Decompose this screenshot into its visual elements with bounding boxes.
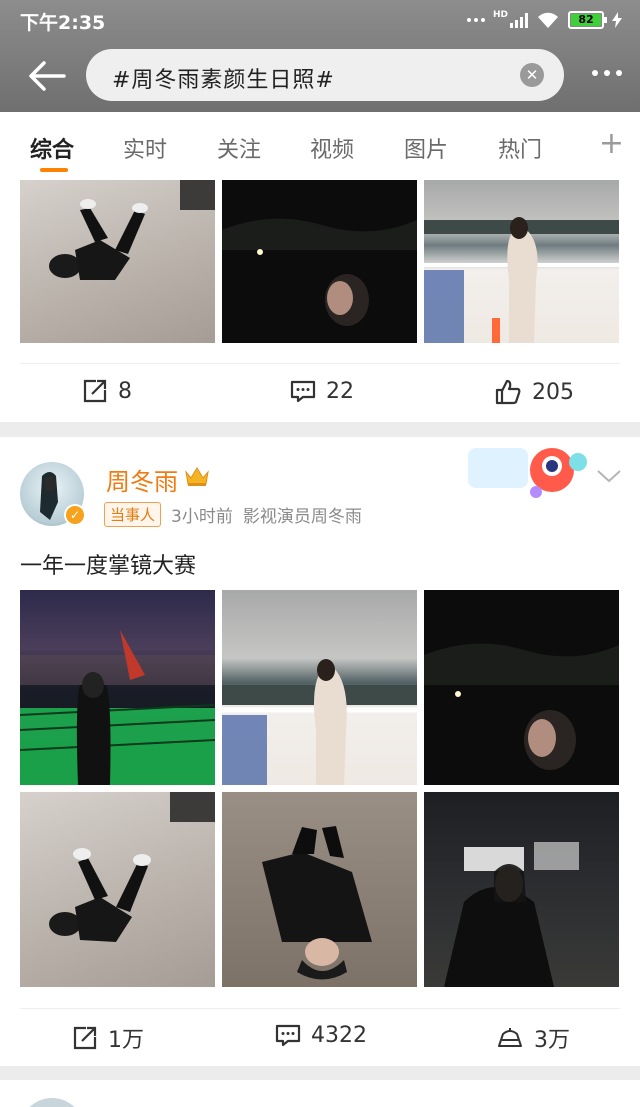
notification-dots-icon (466, 18, 485, 22)
tab-images[interactable]: 图片 (404, 132, 448, 164)
tab-comprehensive[interactable]: 综合 (30, 132, 74, 164)
repost-icon (83, 379, 107, 403)
post-actions: 1万 4322 3万 (0, 1010, 640, 1066)
post-source: 影视演员周冬雨 (242, 507, 362, 527)
battery-icon: 82 (568, 11, 607, 29)
post-text: 一年一度掌镜大赛 (20, 554, 197, 579)
charging-bolt-icon (612, 12, 622, 28)
role-tag: 当事人 (104, 502, 162, 527)
like-button[interactable]: 3万 (496, 1022, 570, 1054)
next-post-card (0, 1080, 640, 1107)
chevron-down-icon[interactable] (596, 468, 622, 484)
photo-night-portrait-icon (222, 218, 417, 326)
photo-person-lying-icon (262, 826, 372, 980)
photo-riverside-icon (424, 217, 619, 343)
like-count: 205 (532, 379, 574, 405)
status-time: 下午2:35 (20, 12, 106, 34)
comment-button[interactable]: 4322 (275, 1022, 367, 1048)
like-button[interactable]: 205 (494, 378, 574, 406)
avatar[interactable] (20, 1098, 84, 1107)
comment-button[interactable]: 22 (290, 378, 354, 404)
cake-like-icon (498, 1028, 522, 1047)
post-image[interactable] (424, 180, 619, 343)
signal-icon (510, 12, 528, 28)
post-image[interactable] (424, 590, 619, 785)
repost-button[interactable]: 8 (82, 378, 132, 404)
photo-sitting-portrait-icon (444, 842, 579, 987)
photo-person-lying-icon (49, 792, 215, 942)
post-image[interactable] (222, 590, 417, 785)
tab-bar: 综合 实时 关注 视频 图片 热门 + (0, 112, 640, 180)
hd-indicator: HD (492, 10, 508, 20)
photo-night-portrait-icon (424, 643, 619, 770)
action-divider (20, 1008, 620, 1009)
post-image[interactable] (20, 590, 215, 785)
photo-riverside-icon (222, 659, 417, 785)
photo-person-lying-icon (49, 180, 215, 280)
tab-hot[interactable]: 热门 (498, 132, 542, 164)
tab-realtime[interactable]: 实时 (123, 132, 167, 164)
status-icons: HD 82 (466, 8, 622, 32)
comment-icon (290, 380, 316, 403)
back-arrow-icon (29, 61, 66, 91)
action-divider (20, 363, 620, 364)
post-time: 3小时前 (171, 507, 233, 527)
more-options-button[interactable] (592, 70, 622, 76)
tab-video[interactable]: 视频 (310, 132, 354, 164)
search-box[interactable]: #周冬雨素颜生日照# ✕ (86, 49, 564, 101)
crown-icon (185, 467, 209, 486)
like-count: 3万 (534, 1028, 570, 1053)
repost-icon (73, 1026, 97, 1050)
username[interactable]: 周冬雨 (106, 462, 178, 497)
thumbs-up-icon (495, 379, 521, 405)
top-header: 下午2:35 HD 82 #周冬雨素颜生日照# ✕ (0, 0, 640, 112)
post-actions: 8 22 205 (0, 366, 640, 422)
active-tab-indicator (40, 168, 68, 172)
post-image[interactable] (222, 792, 417, 987)
status-bar: 下午2:35 HD 82 (0, 0, 640, 40)
comment-icon (275, 1024, 301, 1047)
verified-badge-icon: ✓ (64, 504, 86, 526)
photo-boat-night-icon (20, 630, 215, 785)
repost-count: 1万 (108, 1028, 144, 1053)
promo-mascot-icon (468, 448, 587, 498)
post-image[interactable] (222, 180, 417, 343)
clear-search-icon[interactable]: ✕ (520, 63, 544, 87)
search-query[interactable]: #周冬雨素颜生日照# (112, 62, 335, 94)
back-button[interactable] (26, 58, 68, 94)
promo-badge[interactable] (464, 440, 592, 502)
battery-level: 82 (571, 14, 601, 26)
repost-count: 8 (118, 378, 132, 404)
tab-add-button[interactable]: + (599, 126, 624, 161)
comment-count: 4322 (311, 1022, 367, 1048)
comment-count: 22 (326, 378, 354, 404)
post-meta: 当事人 3小时前 影视演员周冬雨 (104, 502, 362, 527)
post-image[interactable] (20, 180, 215, 343)
repost-button[interactable]: 1万 (72, 1022, 144, 1054)
wifi-icon (538, 12, 558, 28)
post-image[interactable] (424, 792, 619, 987)
post-image[interactable] (20, 792, 215, 987)
tab-following[interactable]: 关注 (217, 132, 261, 164)
